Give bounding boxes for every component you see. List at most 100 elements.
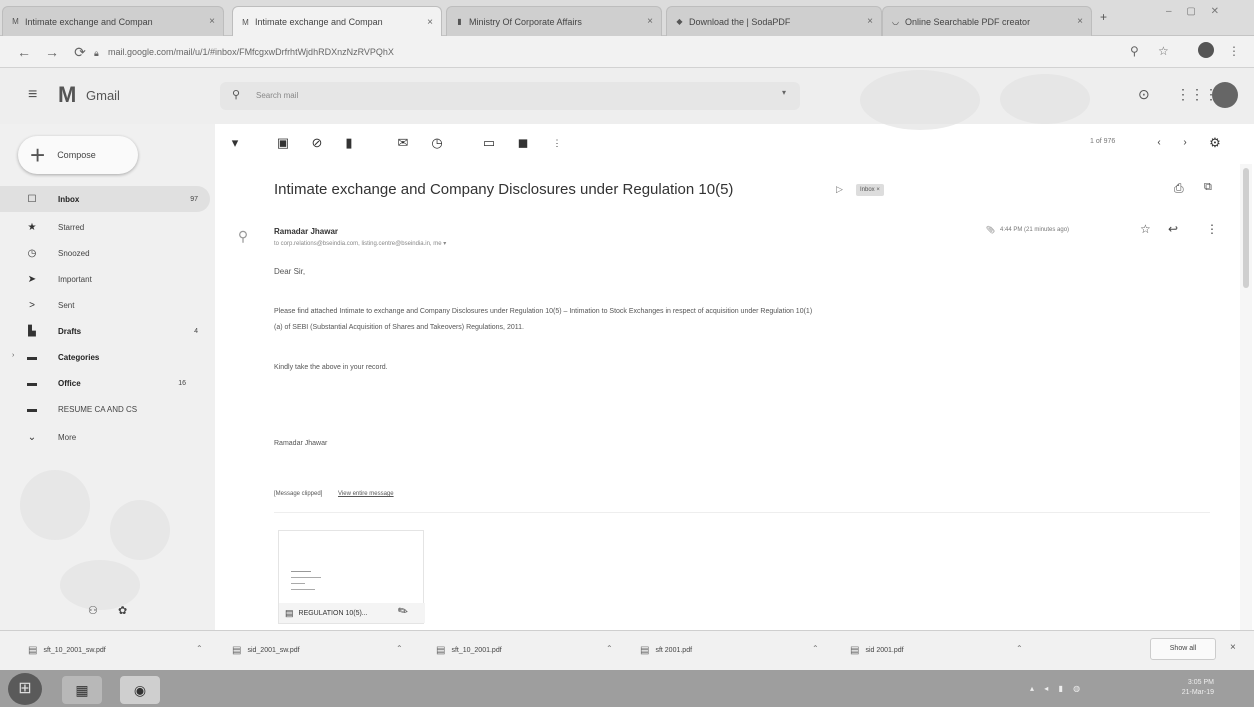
gmail-logo-icon[interactable]: M [58,82,76,108]
search-box[interactable] [220,82,800,110]
download-options-icon[interactable]: ⌃ [812,644,819,653]
url-field[interactable]: mail.google.com/mail/u/1/#inbox/FMfcgxwD… [108,42,1108,62]
newer-icon[interactable]: ‹ [1150,134,1168,152]
sidebar-item-more[interactable]: ⌄ More [0,424,210,450]
sidebar-item-drafts[interactable]: ▙ Drafts 4 [0,318,210,344]
download-filename: sft_10_2001.pdf [451,646,502,654]
reload-icon[interactable]: ⟳ [72,44,88,60]
menu-icon[interactable]: ⋮ [1228,44,1240,58]
back-icon[interactable]: ← [16,44,32,60]
search-icon[interactable]: ⚲ [232,88,240,101]
archive-icon[interactable]: ▣ [274,134,292,152]
open-new-window-icon[interactable]: ⧉ [1204,181,1212,194]
star-message-icon[interactable]: ☆ [1140,222,1151,236]
scrollbar-thumb[interactable] [1243,168,1249,288]
sidebar-item-label: Starred [58,222,85,232]
browser-tab[interactable]: M Intimate exchange and Compan × [2,6,224,36]
theme-background [60,560,140,610]
compose-button[interactable]: + Compose [18,136,138,174]
reply-icon[interactable]: ↩ [1168,222,1178,236]
chrome-taskbar-icon[interactable]: ◉ [120,676,160,704]
download-options-icon[interactable]: ⌃ [1016,644,1023,653]
close-icon[interactable]: × [641,16,653,27]
mark-unread-icon[interactable]: ✉ [394,134,412,152]
more-options-icon[interactable]: ⋮ [548,134,566,152]
back-to-inbox-icon[interactable]: ▾ [226,134,244,152]
move-to-icon[interactable]: ▭ [480,134,498,152]
download-options-icon[interactable]: ⌃ [606,644,613,653]
zoom-icon[interactable]: ⚲ [1130,44,1139,58]
sidebar-item-sent[interactable]: > Sent [0,292,210,318]
inbox-label-badge[interactable]: Inbox × [856,184,884,196]
email-body-line: (a) of SEBI (Substantial Acquisition of … [274,324,524,331]
email-timestamp: 4:44 PM (21 minutes ago) [1000,227,1070,233]
theme-background [110,500,170,560]
delete-icon[interactable]: ▮ [340,134,358,152]
sidebar-item-snoozed[interactable]: ◷ Snoozed [0,240,210,266]
search-options-icon[interactable]: ▾ [782,88,786,97]
sidebar-item-important[interactable]: ➤ Important [0,266,210,292]
download-item[interactable]: ▤ sft 2001.pdf [640,640,692,660]
system-tray-icons[interactable]: ▴ ◂ ▮ ◍ [1030,684,1084,693]
labels-icon[interactable]: ◼ [514,134,532,152]
important-marker-icon[interactable]: ▷ [836,184,843,195]
close-icon[interactable]: × [421,17,433,28]
close-icon[interactable]: × [203,16,215,27]
sidebar-item-inbox[interactable]: ☐ Inbox 97 [0,186,210,212]
view-entire-message-link[interactable]: View entire message [338,486,394,502]
sidebar-item-label: Categories [58,352,100,362]
download-item[interactable]: ▤ sid 2001.pdf [850,640,904,660]
divider [274,512,1210,513]
pdf-thumbnail-line [291,577,321,578]
hangouts-icon[interactable]: ✿ [118,604,127,617]
hamburger-menu-icon[interactable]: ≡ [28,86,37,104]
sender-avatar: ⚲ [237,228,249,244]
settings-gear-icon[interactable]: ⚙ [1206,134,1224,152]
browser-tab[interactable]: ◆ Download the | SodaPDF × [666,6,882,36]
attachment-name: REGULATION 10(5)... [298,609,368,617]
profile-avatar[interactable] [1198,42,1214,58]
sidebar-item-count: 97 [190,195,198,203]
print-icon[interactable]: ⎙ [1174,181,1184,196]
browser-tab[interactable]: ◡ Online Searchable PDF creator × [882,6,1092,36]
sidebar-item-resume[interactable]: ▬ RESUME CA AND CS [0,396,210,422]
sidebar-item-categories[interactable]: ▬ Categories [0,344,210,370]
sidebar-item-office[interactable]: ▬ Office 16 [0,370,210,396]
clock[interactable]: 3:05 PM 21-Mar-19 [1182,678,1214,698]
older-icon[interactable]: › [1176,134,1194,152]
browser-tab[interactable]: ▮ Ministry Of Corporate Affairs × [446,6,662,36]
account-avatar[interactable] [1212,82,1238,108]
support-icon[interactable]: ⊙ [1138,86,1150,103]
sidebar-item-label: Drafts [58,326,82,336]
file-explorer-icon[interactable]: ▦ [62,676,102,704]
download-options-icon[interactable]: ⌃ [396,644,403,653]
show-all-downloads-button[interactable]: Show all [1150,638,1216,660]
recipients[interactable]: to corp.relations@bseindia.com, listing.… [274,240,446,247]
report-spam-icon[interactable]: ⊘ [308,134,326,152]
download-options-icon[interactable]: ⌃ [196,644,203,653]
download-item[interactable]: ▤ sft_10_2001.pdf [436,640,502,660]
message-more-icon[interactable]: ⋮ [1206,222,1218,236]
browser-tab-active[interactable]: M Intimate exchange and Compan × [232,6,442,37]
sender-name[interactable]: Ramadar Jhawar [274,227,338,236]
search-input[interactable]: Search mail [256,91,298,100]
bookmark-star-icon[interactable]: ☆ [1158,44,1169,58]
window-controls[interactable]: ‒ ▢ ✕ [1166,6,1225,17]
tab-label: Download the | SodaPDF [689,16,791,27]
clock-date: 21-Mar-19 [1181,689,1214,696]
sidebar-item-starred[interactable]: ★ Starred [0,214,210,240]
start-button-icon[interactable]: ⊞ [8,673,42,705]
download-filename: sft 2001.pdf [655,646,693,654]
download-item[interactable]: ▤ sid_2001_sw.pdf [232,640,300,660]
download-item[interactable]: ▤ sft_10_2001_sw.pdf [28,640,106,660]
email-signature: Ramadar Jhawar [274,440,328,447]
close-download-shelf-icon[interactable]: × [1230,642,1236,653]
snooze-icon[interactable]: ◷ [428,134,446,152]
close-icon[interactable]: × [1071,16,1083,27]
contacts-icon[interactable]: ⚇ [88,604,98,617]
new-tab-button[interactable]: + [1100,10,1107,24]
draft-icon: ▙ [28,325,36,337]
forward-icon[interactable]: → [44,44,60,60]
pdf-file-icon: ▤ [285,607,294,618]
close-icon[interactable]: × [861,16,873,27]
